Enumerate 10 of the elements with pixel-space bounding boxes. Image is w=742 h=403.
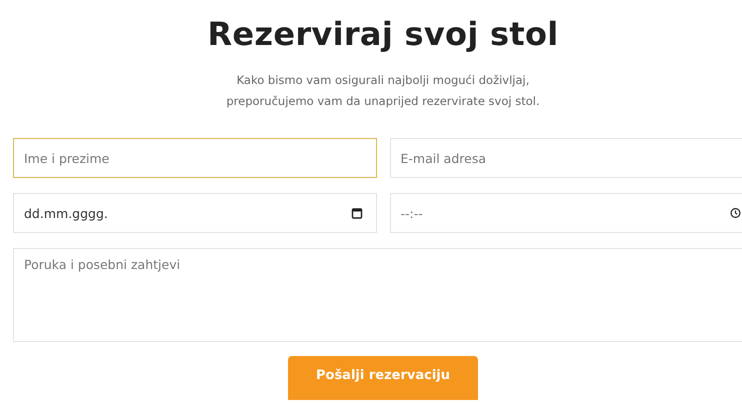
clock-icon[interactable] [730, 208, 741, 218]
input-field[interactable]: Ime i prezime [13, 138, 376, 178]
message-field[interactable]: Poruka i posebni zahtjevi [13, 248, 742, 342]
date-field[interactable]: dd.mm.gggg. [13, 193, 376, 233]
intro-text: Kako bismo vam osigurali najbolji mogući doživljaj, preporučujemo vam da unaprijed rezervirate svoj stol. [226, 72, 540, 110]
submit-button[interactable]: Pošalji rezervaciju [288, 356, 478, 400]
calendar-icon[interactable] [350, 207, 362, 219]
page-title: Rezerviraj svoj stol [207, 14, 559, 55]
input-field[interactable]: E-mail adresa [390, 138, 742, 178]
time-field[interactable]: --:-- [390, 193, 742, 233]
